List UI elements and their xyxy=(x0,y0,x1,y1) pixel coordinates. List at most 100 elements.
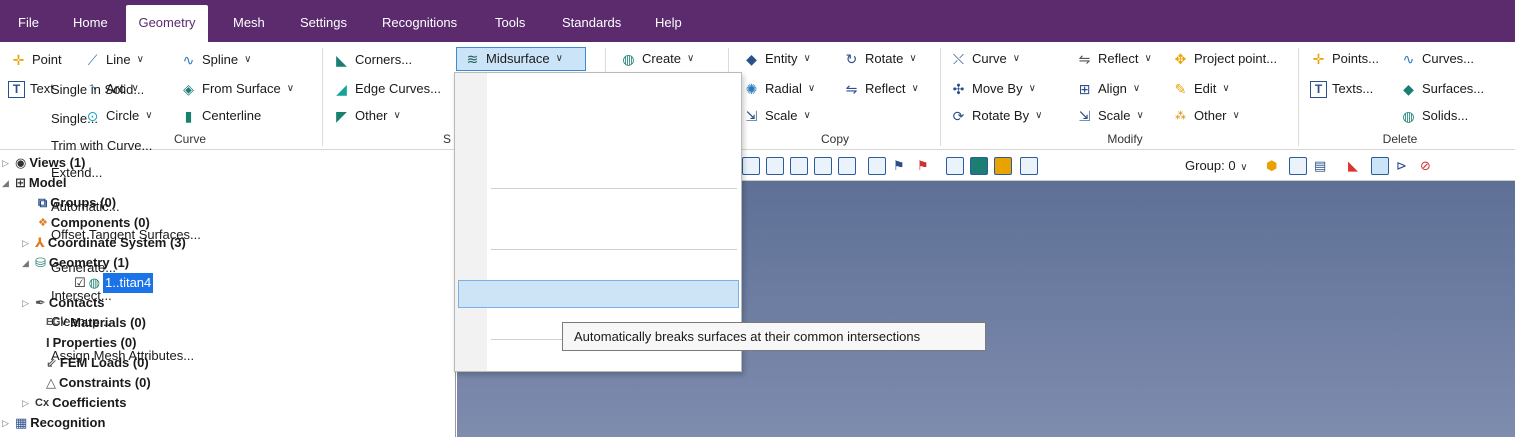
tab-file[interactable]: File xyxy=(18,9,39,42)
project-point-button[interactable]: ✥ Project point... xyxy=(1172,48,1277,70)
copy-rotate-button[interactable]: ↻ Rotate ∨ xyxy=(843,48,917,70)
chart-view-icon[interactable] xyxy=(1289,157,1307,175)
frame-view-icon[interactable] xyxy=(946,157,964,175)
fringe-view-icon[interactable] xyxy=(970,157,988,175)
tree-item-coefficients[interactable]: ▷ Cx Coefficients xyxy=(22,393,126,413)
axes-icon[interactable] xyxy=(742,157,760,175)
menu-item-single-in-solid[interactable]: Single in Solid... xyxy=(51,82,144,97)
surface-group-label: S xyxy=(442,132,451,146)
tab-tools[interactable]: Tools xyxy=(495,9,525,42)
triangle-view-icon[interactable] xyxy=(814,157,832,175)
from-surface-button[interactable]: ◈ From Surface ∨ xyxy=(180,78,294,100)
menu-item-automatic[interactable]: Automatic... xyxy=(51,199,120,214)
menu-item-intersect[interactable]: Intersect... xyxy=(51,288,112,303)
tree-item-recognition[interactable]: ▷ ▦ Recognition xyxy=(2,413,105,433)
modify-reflect-button[interactable]: ⇋ Reflect ∨ xyxy=(1076,48,1152,70)
tab-recognitions[interactable]: Recognitions xyxy=(382,9,457,42)
tree-item-constraints[interactable]: △ Constraints (0) xyxy=(46,373,151,393)
move-by-button[interactable]: ✣ Move By ∨ xyxy=(950,78,1036,100)
separator xyxy=(1298,48,1299,146)
modify-other-button[interactable]: ⁂ Other ∨ xyxy=(1172,105,1240,127)
align-button[interactable]: ⊞ Align ∨ xyxy=(1076,78,1141,100)
chevron-down-icon: ∨ xyxy=(1136,110,1144,121)
menu-item-single[interactable]: Single... xyxy=(51,111,98,126)
group-selector[interactable]: Group: 0 ∨ xyxy=(1185,158,1248,173)
chevron-down-icon: ∨ xyxy=(687,53,695,64)
point-icon: ✛ xyxy=(12,51,25,68)
cube-icon[interactable]: ⬢ xyxy=(1265,157,1283,175)
chevron-down-icon: ∨ xyxy=(1222,83,1230,94)
reflect-icon: ⇋ xyxy=(1078,50,1091,67)
cancel-icon[interactable]: ⊘ xyxy=(1419,157,1437,175)
midsurface-icon: ≋ xyxy=(466,50,479,67)
copy-radial-button[interactable]: ✺ Radial ∨ xyxy=(743,78,816,100)
select-group-icon[interactable] xyxy=(1044,157,1062,175)
tab-geometry[interactable]: Geometry xyxy=(126,5,208,42)
menu-item-trim-with-curve[interactable]: Trim with Curve... xyxy=(51,138,152,153)
collapse-icon[interactable]: ◢ xyxy=(22,253,32,273)
menu-item-cleanup[interactable]: Cleanup... xyxy=(51,314,110,329)
menu-bar: File Home Geometry Mesh Settings Recogni… xyxy=(0,0,1515,42)
tab-help[interactable]: Help xyxy=(655,9,682,42)
copy-group-label: Copy xyxy=(820,132,849,146)
expand-icon[interactable]: ▷ xyxy=(22,393,32,413)
menu-item-assign-mesh-attributes[interactable]: Assign Mesh Attributes... xyxy=(51,348,194,363)
rotate-by-button[interactable]: ⟳ Rotate By ∨ xyxy=(950,105,1043,127)
menu-item-offset-tangent-surfaces[interactable]: Offset Tangent Surfaces... xyxy=(51,227,201,242)
tab-standards[interactable]: Standards xyxy=(562,9,621,42)
surface-other-button[interactable]: ◤ Other ∨ xyxy=(333,105,401,127)
delete-solids-button[interactable]: ◍ Solids... xyxy=(1400,105,1468,127)
flag-icon[interactable]: ⚑ xyxy=(892,157,910,175)
spline-button[interactable]: ∿ Spline ∨ xyxy=(180,49,252,71)
color-view-icon[interactable] xyxy=(994,157,1012,175)
chevron-down-icon: ∨ xyxy=(555,53,563,64)
coefficients-icon: Cx xyxy=(35,397,50,409)
modify-group-label: Modify xyxy=(1107,132,1143,146)
highlight-icon[interactable] xyxy=(1371,157,1389,175)
midsurface-button[interactable]: ≋ Midsurface ∨ xyxy=(464,48,563,70)
text-button[interactable]: T Text xyxy=(8,78,54,100)
expand-icon[interactable]: ▷ xyxy=(22,293,32,313)
modify-curve-button[interactable]: ⤬ Curve ∨ xyxy=(950,48,1020,70)
delete-points-icon: ✛ xyxy=(1312,50,1325,67)
load-view-icon[interactable] xyxy=(838,157,856,175)
collapse-icon[interactable]: ◢ xyxy=(2,173,12,193)
modify-scale-button[interactable]: ⇲ Scale ∨ xyxy=(1076,105,1144,127)
menu-item-extend[interactable]: Extend... xyxy=(51,165,102,180)
flag-color-icon[interactable]: ⚑ xyxy=(916,157,934,175)
expand-icon[interactable]: ▷ xyxy=(2,153,12,173)
copy-scale-button[interactable]: ⇲ Scale ∨ xyxy=(743,105,811,127)
tab-home[interactable]: Home xyxy=(73,9,108,42)
expand-icon[interactable]: ▷ xyxy=(2,413,12,433)
other-surface-icon: ◤ xyxy=(336,107,347,124)
delete-surfaces-button[interactable]: ◆ Surfaces... xyxy=(1400,78,1484,100)
groups-icon: ⧉ xyxy=(38,195,48,210)
eraser-icon[interactable]: ◣ xyxy=(1347,157,1365,175)
tab-settings[interactable]: Settings xyxy=(300,9,347,42)
edit-button[interactable]: ✎ Edit ∨ xyxy=(1172,78,1230,100)
create-button[interactable]: ◍ Create ∨ xyxy=(620,48,694,70)
edge-curves-button[interactable]: ◢ Edge Curves... xyxy=(333,78,441,100)
beam-view-icon[interactable] xyxy=(868,157,886,175)
mesh-view-icon[interactable] xyxy=(790,157,808,175)
expand-icon[interactable]: ▷ xyxy=(22,233,32,253)
corners-button[interactable]: ◣ Corners... xyxy=(333,49,412,71)
delete-texts-button[interactable]: T Texts... xyxy=(1310,78,1373,100)
filter-icon[interactable]: ⊳ xyxy=(1395,157,1413,175)
copy-reflect-button[interactable]: ⇋ Reflect ∨ xyxy=(843,78,919,100)
chevron-down-icon: ∨ xyxy=(136,54,144,65)
palette-icon[interactable]: ▤ xyxy=(1313,157,1331,175)
geometry-icon: ⛁ xyxy=(35,255,46,270)
delete-points-button[interactable]: ✛ Points... xyxy=(1310,48,1379,70)
fit-view-icon[interactable] xyxy=(1020,157,1038,175)
chevron-down-icon: ∨ xyxy=(803,110,811,121)
grid-view-icon[interactable] xyxy=(766,157,784,175)
from-surface-icon: ◈ xyxy=(183,80,194,97)
point-button[interactable]: ✛ Point xyxy=(10,49,62,71)
tab-mesh[interactable]: Mesh xyxy=(233,9,265,42)
line-button[interactable]: ⟋ Line ∨ xyxy=(84,49,144,71)
copy-entity-button[interactable]: ◆ Entity ∨ xyxy=(743,48,811,70)
menu-item-generate[interactable]: Generate... xyxy=(51,260,116,275)
centerline-button[interactable]: ▮ Centerline xyxy=(180,105,262,127)
delete-curves-button[interactable]: ∿ Curves... xyxy=(1400,48,1474,70)
